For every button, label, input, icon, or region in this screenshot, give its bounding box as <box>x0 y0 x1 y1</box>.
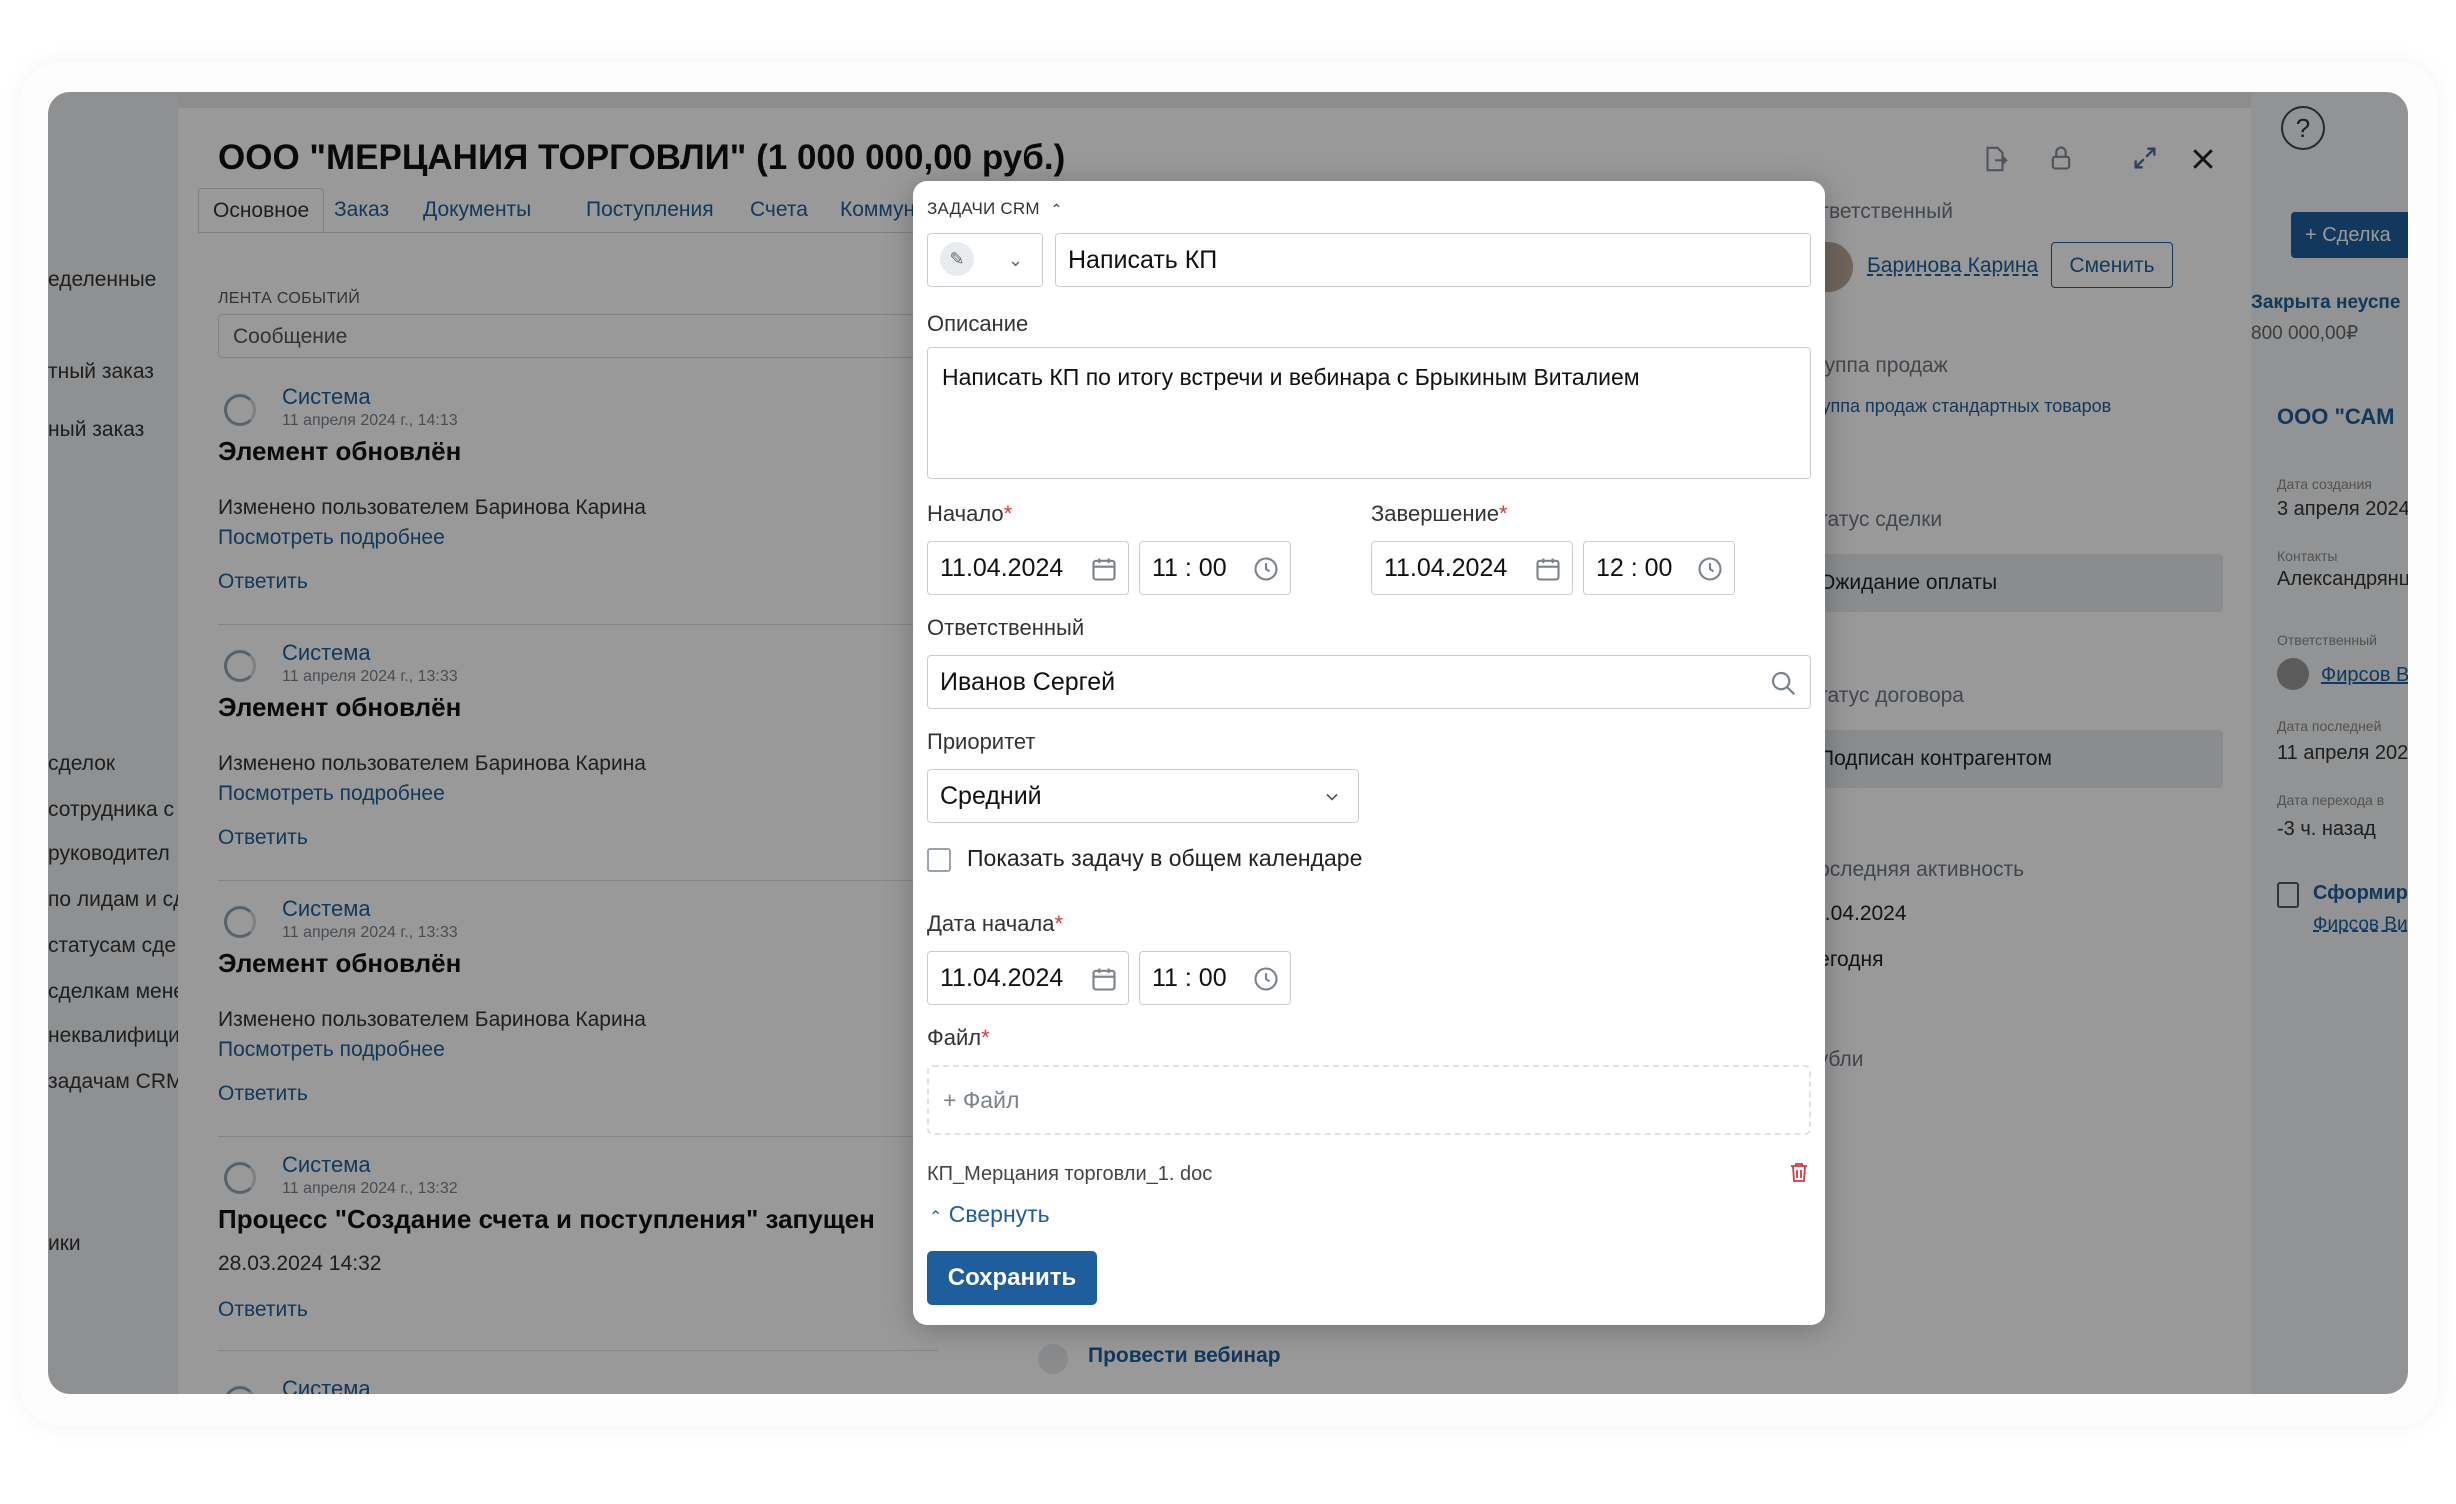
calendar-icon[interactable] <box>1090 952 1118 1004</box>
end-date-value: 11.04.2024 <box>1384 554 1508 582</box>
task-modal: ЗАДАЧИ CRM ⌃ ✎ ⌄ Написать КП Описание На… <box>913 181 1825 1325</box>
clock-icon[interactable] <box>1252 542 1280 594</box>
start-label: Начало* <box>927 501 1012 527</box>
start-date-value: 11.04.2024 <box>940 554 1064 582</box>
calendar-icon[interactable] <box>1090 542 1118 594</box>
end-label: Завершение* <box>1371 501 1508 527</box>
responsible-label: Ответственный <box>927 615 1085 640</box>
begin-time-value: 11 : 00 <box>1152 964 1227 992</box>
delete-icon[interactable] <box>1787 1159 1811 1190</box>
task-type-icon: ✎ <box>940 242 974 277</box>
begin-date-label: Дата начала* <box>927 911 1063 937</box>
file-label: Файл* <box>927 1025 990 1051</box>
save-button[interactable]: Сохранить <box>927 1251 1097 1305</box>
start-time-value: 11 : 00 <box>1152 554 1227 582</box>
chevron-up-icon[interactable]: ⌃ <box>1051 201 1063 217</box>
clock-icon[interactable] <box>1696 542 1724 594</box>
required-mark: * <box>1499 501 1508 526</box>
description-label: Описание <box>927 311 1029 336</box>
calendar-icon[interactable] <box>1534 542 1562 594</box>
end-label-text: Завершение <box>1371 501 1499 526</box>
task-type-select[interactable]: ✎ ⌄ <box>927 233 1043 287</box>
required-mark: * <box>1054 911 1064 936</box>
responsible-value: Иванов Сергей <box>940 668 1116 696</box>
file-dropzone[interactable]: + Файл <box>927 1065 1811 1135</box>
collapse-link[interactable]: ⌃ Свернуть <box>929 1201 1050 1228</box>
begin-time-input[interactable]: 11 : 00 <box>1139 951 1291 1005</box>
start-label-text: Начало <box>927 501 1004 526</box>
collapse-link-text: Свернуть <box>948 1201 1050 1227</box>
end-date-input[interactable]: 11.04.2024 <box>1371 541 1573 595</box>
required-mark: * <box>981 1025 990 1050</box>
chevron-down-icon: ⌄ <box>1008 250 1024 270</box>
priority-select[interactable]: Средний <box>927 769 1359 823</box>
search-icon[interactable] <box>1768 656 1798 708</box>
begin-date-label-text: Дата начала <box>927 911 1055 936</box>
chevron-up-icon: ⌃ <box>929 1209 943 1226</box>
end-time-value: 12 : 00 <box>1596 554 1673 582</box>
start-date-input[interactable]: 11.04.2024 <box>927 541 1129 595</box>
end-time-input[interactable]: 12 : 00 <box>1583 541 1735 595</box>
app-screen: еделенные тный заказ ный заказ сделок со… <box>48 92 2408 1394</box>
task-name-input[interactable]: Написать КП <box>1055 233 1811 287</box>
calendar-checkbox-label[interactable]: Показать задачу в общем календаре <box>967 845 1362 872</box>
description-textarea[interactable]: Написать КП по итогу встречи и вебинара … <box>927 347 1811 479</box>
chevron-down-icon <box>1322 770 1342 822</box>
begin-date-value: 11.04.2024 <box>940 964 1064 992</box>
priority-label: Приоритет <box>927 729 1036 754</box>
file-label-text: Файл <box>927 1025 982 1050</box>
begin-date-input[interactable]: 11.04.2024 <box>927 951 1129 1005</box>
required-mark: * <box>1003 501 1013 526</box>
attached-file-name[interactable]: КП_Мерцания торговли_1. doc <box>927 1163 1212 1186</box>
modal-header: ЗАДАЧИ CRM ⌃ <box>927 199 1063 219</box>
clock-icon[interactable] <box>1252 952 1280 1004</box>
start-time-input[interactable]: 11 : 00 <box>1139 541 1291 595</box>
responsible-input[interactable]: Иванов Сергей <box>927 655 1811 709</box>
priority-value: Средний <box>940 782 1042 810</box>
calendar-checkbox[interactable] <box>927 848 951 872</box>
modal-header-text: ЗАДАЧИ CRM <box>927 199 1040 218</box>
